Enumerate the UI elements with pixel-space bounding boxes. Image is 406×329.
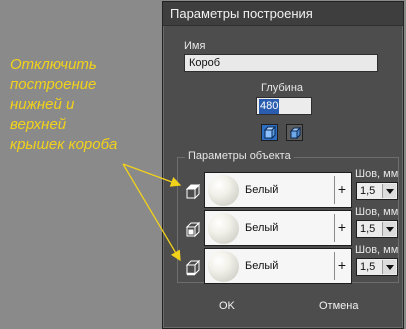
material-sphere (208, 251, 239, 282)
seam-select[interactable]: 1,5 (356, 220, 398, 238)
seam-value: 1,5 (360, 185, 376, 197)
seam-label: Шов, мм (355, 168, 399, 180)
solid-box-toggle[interactable] (261, 124, 278, 141)
callout-line: построение (10, 76, 97, 93)
material-name: Белый (245, 184, 279, 196)
box-outline-icon (289, 126, 302, 140)
material-name: Белый (245, 222, 279, 234)
group-title: Параметры объекта (185, 150, 294, 162)
cube-middle-icon[interactable] (182, 220, 204, 238)
add-material-button[interactable]: + (334, 214, 349, 242)
depth-value: 480 (259, 99, 280, 114)
material-sphere (208, 175, 239, 206)
seam-label: Шов, мм (355, 244, 399, 256)
seam-label: Шов, мм (355, 206, 399, 218)
material-swatch[interactable]: Белый + (204, 172, 352, 208)
top-cover-row: Белый + Шов, мм 1,5 (182, 168, 398, 208)
ok-button[interactable]: OK (219, 300, 235, 312)
middle-row: Белый + Шов, мм 1,5 (182, 206, 398, 246)
depth-input[interactable]: 480 (256, 97, 312, 115)
callout-line: крышек короба (10, 136, 118, 153)
name-label: Имя (184, 40, 206, 52)
add-material-button[interactable]: + (334, 252, 349, 280)
box-outline-toggle[interactable] (286, 124, 303, 141)
seam-value: 1,5 (360, 261, 376, 273)
seam-value: 1,5 (360, 223, 376, 235)
seam-select[interactable]: 1,5 (356, 182, 398, 200)
material-swatch[interactable]: Белый + (204, 210, 352, 246)
callout-line: верхней (10, 116, 67, 133)
depth-label: Глубина (261, 82, 304, 94)
material-swatch[interactable]: Белый + (204, 248, 352, 284)
cube-bottom-icon[interactable] (182, 258, 204, 276)
build-parameters-dialog: Параметры построения Имя Короб Глубина 4… (162, 1, 404, 329)
bottom-cover-row: Белый + Шов, мм 1,5 (182, 244, 398, 284)
callout-line: нижней и (10, 96, 75, 113)
material-name: Белый (245, 260, 279, 272)
add-material-button[interactable]: + (334, 176, 349, 204)
object-parameters-group: Параметры объекта Белый + Шов, мм 1,5 Бе… (177, 150, 399, 284)
annotation-callout: Отключить построение нижней и верхней кр… (10, 55, 160, 155)
dropdown-arrow-icon[interactable] (382, 184, 396, 198)
cube-top-icon[interactable] (182, 182, 204, 200)
seam-select[interactable]: 1,5 (356, 258, 398, 276)
cancel-button[interactable]: Отмена (319, 300, 358, 312)
dialog-title: Параметры построения (163, 2, 403, 26)
solid-box-icon (263, 126, 277, 140)
dropdown-arrow-icon[interactable] (382, 260, 396, 274)
name-input[interactable]: Короб (184, 54, 378, 72)
material-sphere (208, 213, 239, 244)
callout-line: Отключить (10, 56, 97, 73)
dropdown-arrow-icon[interactable] (382, 222, 396, 236)
